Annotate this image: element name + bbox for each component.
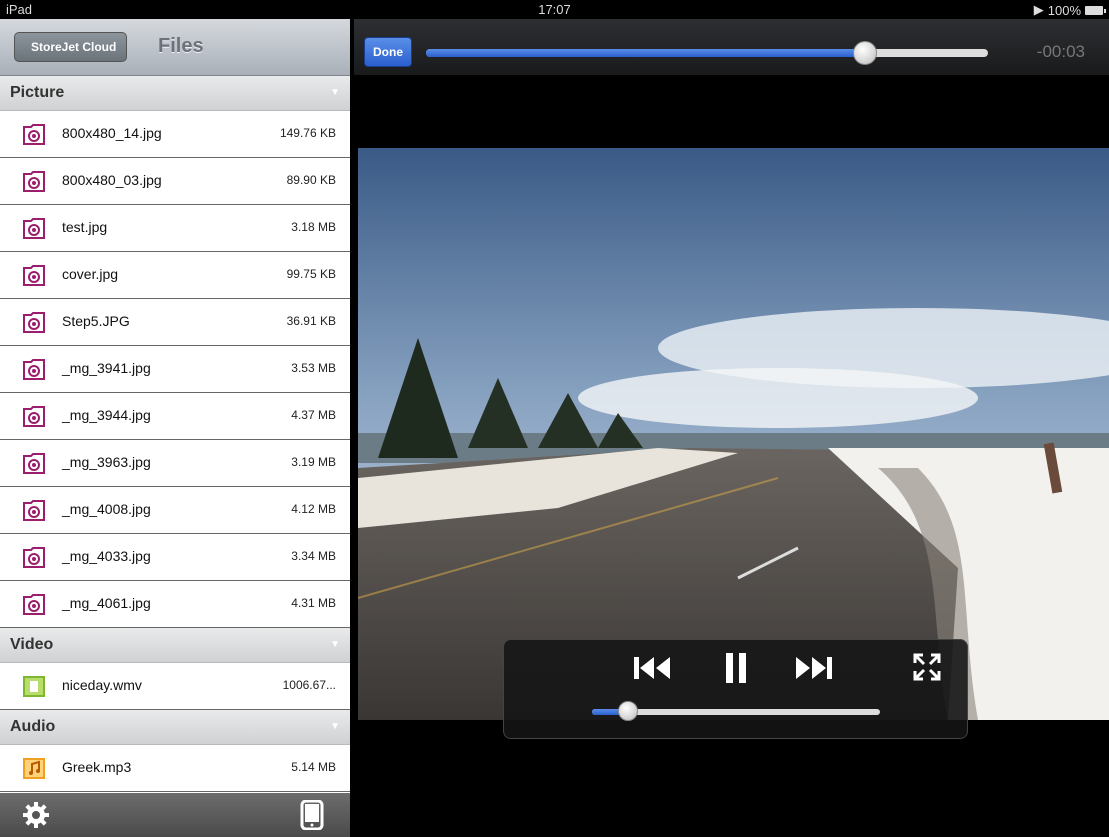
bottom-toolbar: [0, 793, 350, 837]
file-name: _mg_4033.jpg: [62, 548, 151, 564]
file-name: cover.jpg: [62, 266, 119, 282]
file-name: test.jpg: [62, 219, 108, 235]
photo-file-icon: [22, 169, 46, 193]
scrub-thumb[interactable]: [853, 41, 878, 65]
hud-progress-bar[interactable]: [592, 701, 880, 721]
file-row[interactable]: cover.jpg 99.75 KB: [0, 252, 350, 299]
collapse-arrow-icon: ▼: [330, 639, 340, 650]
file-name: Greek.mp3: [62, 759, 132, 775]
clock: 17:07: [538, 2, 571, 17]
section-header-video[interactable]: Video ▼: [0, 628, 350, 663]
hud-progress-thumb[interactable]: [617, 701, 638, 721]
file-browser-sidebar: StoreJet Cloud Files Picture ▼ 800x480_14.…: [0, 19, 354, 837]
file-size: 3.18 MB: [291, 220, 336, 234]
section-label: Video: [10, 636, 54, 653]
previous-track-icon[interactable]: [632, 654, 674, 682]
file-row[interactable]: _mg_3944.jpg 4.37 MB: [0, 393, 350, 440]
file-size: 3.53 MB: [291, 361, 336, 375]
photo-file-icon: [22, 122, 46, 146]
video-scene: [358, 148, 1109, 720]
file-size: 3.34 MB: [291, 549, 336, 563]
file-row[interactable]: _mg_4008.jpg 4.12 MB: [0, 487, 350, 534]
file-size: 99.75 KB: [286, 267, 336, 281]
photo-file-icon: [22, 310, 46, 334]
collapse-arrow-icon: ▼: [330, 721, 340, 732]
playback-controls: [503, 639, 968, 739]
file-size: 1006.67...: [282, 678, 336, 692]
file-row[interactable]: test.jpg 3.18 MB: [0, 205, 350, 252]
section-header-picture[interactable]: Picture ▼: [0, 76, 350, 111]
player-top-bar: Done -00:03: [354, 19, 1109, 75]
play-status-icon: ▶: [1033, 2, 1044, 17]
file-row[interactable]: 800x480_14.jpg 149.76 KB: [0, 111, 350, 158]
pause-icon[interactable]: [722, 650, 750, 686]
page-title: Files: [158, 35, 204, 57]
battery-icon: [1085, 5, 1106, 15]
photo-file-icon: [22, 263, 46, 287]
file-name: _mg_3963.jpg: [62, 454, 151, 470]
section-label: Audio: [10, 718, 56, 735]
photo-file-icon: [22, 592, 46, 616]
photo-file-icon: [22, 451, 46, 475]
file-name: 800x480_03.jpg: [62, 172, 162, 188]
status-bar: iPad 17:07 ▶ 100%: [0, 0, 1109, 19]
file-row[interactable]: niceday.wmv 1006.67...: [0, 663, 350, 710]
file-size: 5.14 MB: [291, 760, 336, 774]
next-track-icon[interactable]: [792, 654, 834, 682]
done-button[interactable]: Done: [364, 37, 412, 67]
file-size: 149.76 KB: [279, 126, 336, 140]
file-row[interactable]: 800x480_03.jpg 89.90 KB: [0, 158, 350, 205]
file-row[interactable]: Step5.JPG 36.91 KB: [0, 299, 350, 346]
scrub-progress-fill: [426, 49, 865, 57]
file-row[interactable]: _mg_3963.jpg 3.19 MB: [0, 440, 350, 487]
battery-percent: 100%: [1047, 2, 1081, 18]
file-size: 4.31 MB: [291, 596, 336, 610]
photo-file-icon: [22, 357, 46, 381]
file-size: 89.90 KB: [286, 173, 336, 187]
navigation-bar: StoreJet Cloud Files: [0, 19, 350, 76]
file-name: _mg_4061.jpg: [62, 595, 151, 611]
photo-file-icon: [22, 545, 46, 569]
audio-file-icon: [22, 756, 46, 780]
device-icon[interactable]: [300, 800, 324, 830]
file-size: 4.12 MB: [291, 502, 336, 516]
file-name: 800x480_14.jpg: [62, 125, 162, 141]
file-list: Picture ▼ 800x480_14.jpg 149.76 KB 800x480_0…: [0, 76, 350, 792]
file-row[interactable]: Greek.mp3 5.14 MB: [0, 745, 350, 792]
section-header-audio[interactable]: Audio ▼: [0, 710, 350, 745]
back-button[interactable]: StoreJet Cloud: [14, 32, 128, 62]
file-name: niceday.wmv: [62, 677, 142, 693]
file-name: Step5.JPG: [62, 313, 130, 329]
file-size: 4.37 MB: [291, 408, 336, 422]
file-name: _mg_3944.jpg: [62, 407, 151, 423]
photo-file-icon: [22, 498, 46, 522]
time-remaining: -00:03: [1036, 42, 1085, 61]
file-name: _mg_4008.jpg: [62, 501, 151, 517]
file-name: _mg_3941.jpg: [62, 360, 151, 376]
file-size: 36.91 KB: [286, 314, 336, 328]
video-frame[interactable]: [358, 148, 1109, 720]
file-row[interactable]: _mg_4033.jpg 3.34 MB: [0, 534, 350, 581]
photo-file-icon: [22, 404, 46, 428]
file-size: 3.19 MB: [291, 455, 336, 469]
photo-file-icon: [22, 216, 46, 240]
section-label: Picture: [10, 84, 65, 101]
video-file-icon: [22, 674, 46, 698]
scrub-bar[interactable]: [426, 41, 988, 65]
file-row[interactable]: _mg_4061.jpg 4.31 MB: [0, 581, 350, 628]
file-row[interactable]: _mg_3941.jpg 3.53 MB: [0, 346, 350, 393]
settings-gear-icon[interactable]: [22, 801, 50, 829]
collapse-arrow-icon: ▼: [330, 87, 340, 98]
battery-indicator: ▶ 100%: [1033, 2, 1106, 18]
fullscreen-icon[interactable]: [912, 652, 942, 682]
